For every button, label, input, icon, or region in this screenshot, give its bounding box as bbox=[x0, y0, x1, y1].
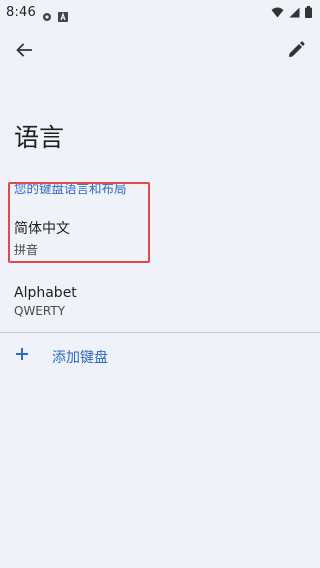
add-keyboard-label: 添加键盘 bbox=[52, 350, 108, 366]
a-box-icon bbox=[58, 7, 68, 22]
signal-icon bbox=[289, 3, 300, 22]
page-title: 语言 bbox=[14, 123, 65, 152]
wifi-icon bbox=[271, 3, 284, 22]
battery-icon bbox=[305, 3, 312, 22]
plus-icon bbox=[16, 348, 28, 360]
gear-icon bbox=[42, 7, 52, 21]
status-left: 8:46 bbox=[6, 4, 68, 22]
edit-pencil-icon bbox=[289, 41, 305, 57]
divider bbox=[0, 332, 320, 333]
app-bar bbox=[0, 24, 320, 76]
back-arrow-icon bbox=[16, 43, 32, 57]
language-name: Alphabet bbox=[14, 285, 77, 301]
language-item-alphabet[interactable]: Alphabet QWERTY bbox=[0, 277, 320, 331]
language-item-chinese[interactable]: 简体中文 拼音 bbox=[0, 210, 320, 264]
add-keyboard-button[interactable]: 添加键盘 bbox=[0, 340, 320, 374]
language-name: 简体中文 bbox=[14, 221, 70, 237]
status-time: 8:46 bbox=[6, 4, 36, 20]
language-layout: QWERTY bbox=[14, 304, 66, 318]
back-button[interactable] bbox=[10, 36, 38, 64]
edit-button[interactable] bbox=[282, 36, 310, 64]
section-header: 您的键盘语言和布局 bbox=[14, 181, 127, 196]
status-bar: 8:46 bbox=[0, 0, 320, 24]
status-right bbox=[271, 3, 312, 22]
language-layout: 拼音 bbox=[14, 243, 39, 257]
